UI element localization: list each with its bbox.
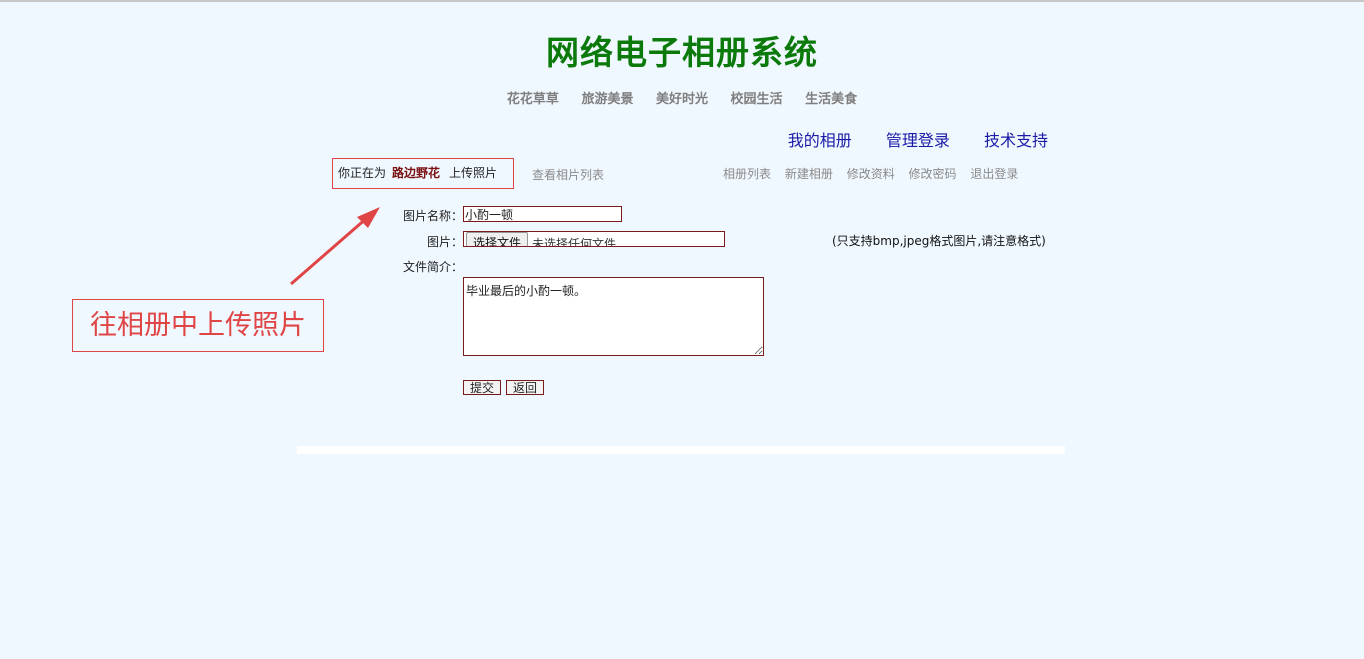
annotation-callout: 往相册中上传照片 — [72, 299, 324, 352]
